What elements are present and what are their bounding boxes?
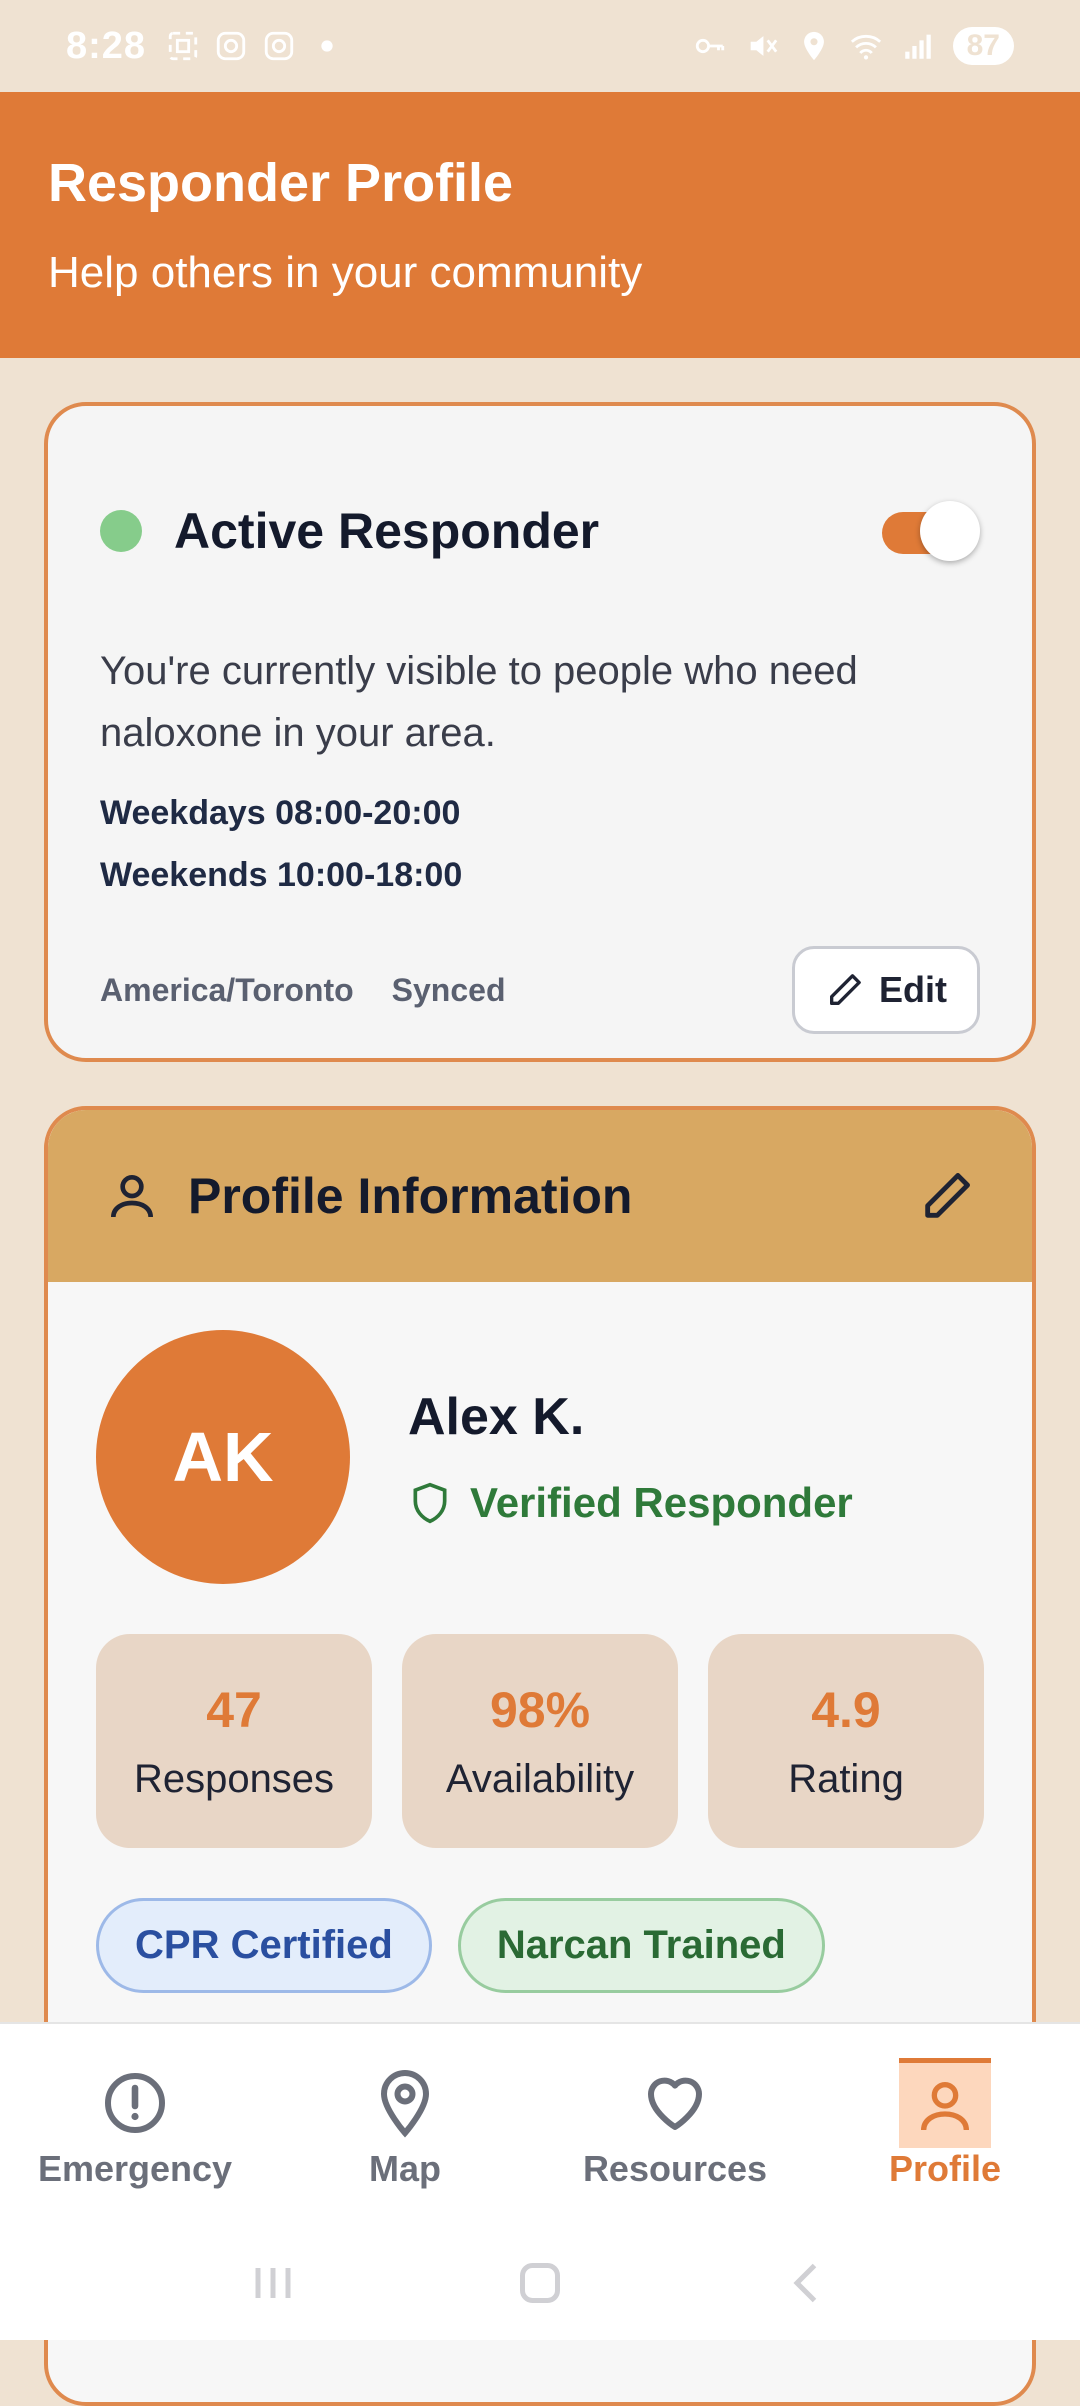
- nav-map[interactable]: Map: [270, 2024, 540, 2224]
- active-responder-card: Active Responder You're currently visibl…: [44, 402, 1036, 1062]
- verified-label: Verified Responder: [470, 1479, 853, 1526]
- screenshot-icon: [168, 31, 198, 61]
- profile-card-header: Profile Information: [48, 1110, 1032, 1282]
- wifi-icon: [850, 34, 881, 60]
- edit-label: Edit: [879, 969, 947, 1010]
- recent-apps-icon[interactable]: [243, 2253, 303, 2313]
- bottom-nav: Emergency Map Resources Profile: [0, 2022, 1080, 2340]
- schedule-weekdays: Weekdays 08:00-20:00: [100, 794, 461, 832]
- avatar: AK: [96, 1330, 350, 1584]
- stat-responses: 47 Responses: [96, 1634, 372, 1848]
- edit-profile-pencil-icon[interactable]: [918, 1167, 976, 1225]
- stat-label: Rating: [788, 1756, 904, 1801]
- schedule: Weekdays 08:00-20:00 Weekends 10:00-18:0…: [100, 782, 980, 906]
- edit-schedule-button[interactable]: Edit: [792, 946, 980, 1034]
- active-responder-title: Active Responder: [174, 503, 600, 559]
- status-bar: 8:28 87: [0, 0, 1080, 92]
- badge-narcan-trained: Narcan Trained: [457, 1898, 825, 1993]
- active-description: You're currently visible to people who n…: [100, 649, 858, 755]
- responder-name: Alex K.: [408, 1388, 585, 1446]
- instagram-icon: [264, 31, 294, 61]
- user-icon: [921, 2081, 969, 2130]
- shield-icon: [413, 1482, 447, 1524]
- stat-availability: 98% Availability: [402, 1634, 678, 1848]
- nav-label: Resources: [582, 2148, 768, 2189]
- schedule-weekends: Weekends 10:00-18:00: [100, 856, 463, 894]
- nav-resources[interactable]: Resources: [540, 2024, 810, 2224]
- nav-profile[interactable]: Profile: [810, 2024, 1080, 2224]
- page-subtitle: Help others in your community: [48, 248, 643, 297]
- system-nav-bar: [0, 2224, 1080, 2342]
- profile-card-title: Profile Information: [188, 1168, 633, 1224]
- stat-value: 98%: [489, 1681, 591, 1738]
- user-icon: [111, 1175, 153, 1218]
- stat-label: Availability: [445, 1756, 635, 1801]
- pencil-icon: [830, 974, 861, 1005]
- map-pin-icon: [380, 2069, 430, 2138]
- signal-icon: [904, 34, 931, 59]
- key-icon: [695, 38, 724, 54]
- certification-badges: CPR Certified Narcan Trained: [96, 1898, 984, 1993]
- stat-rating: 4.9 Rating: [708, 1634, 984, 1848]
- nav-emergency[interactable]: Emergency: [0, 2024, 270, 2224]
- verified-badge: Verified Responder: [408, 1479, 853, 1527]
- badge-cpr-certified: CPR Certified: [96, 1898, 432, 1993]
- status-dot: [100, 510, 142, 552]
- location-icon: [803, 31, 824, 61]
- stat-value: 47: [206, 1681, 262, 1738]
- status-time: 8:28: [66, 24, 147, 67]
- nav-label: Map: [369, 2148, 441, 2189]
- heart-icon: [648, 2077, 702, 2130]
- mute-icon: [750, 36, 777, 56]
- timezone-label: America/Toronto: [100, 971, 354, 1008]
- home-icon[interactable]: [510, 2253, 570, 2313]
- back-icon[interactable]: [777, 2253, 837, 2313]
- stat-label: Responses: [133, 1756, 335, 1801]
- battery-indicator: 87: [952, 27, 1014, 65]
- app-header: Responder Profile Help others in your co…: [0, 92, 1080, 358]
- sync-status: Synced: [391, 971, 506, 1008]
- instagram-icon: [216, 31, 246, 61]
- nav-label: Emergency: [37, 2148, 233, 2189]
- active-responder-toggle[interactable]: [882, 501, 980, 561]
- alert-circle-icon: [105, 2073, 165, 2133]
- stats-row: 47 Responses 98% Availability 4.9 Rating: [96, 1634, 984, 1848]
- page-title: Responder Profile: [48, 153, 514, 213]
- stat-value: 4.9: [811, 1681, 881, 1738]
- nav-label: Profile: [888, 2148, 1002, 2189]
- dot-icon: [321, 40, 333, 52]
